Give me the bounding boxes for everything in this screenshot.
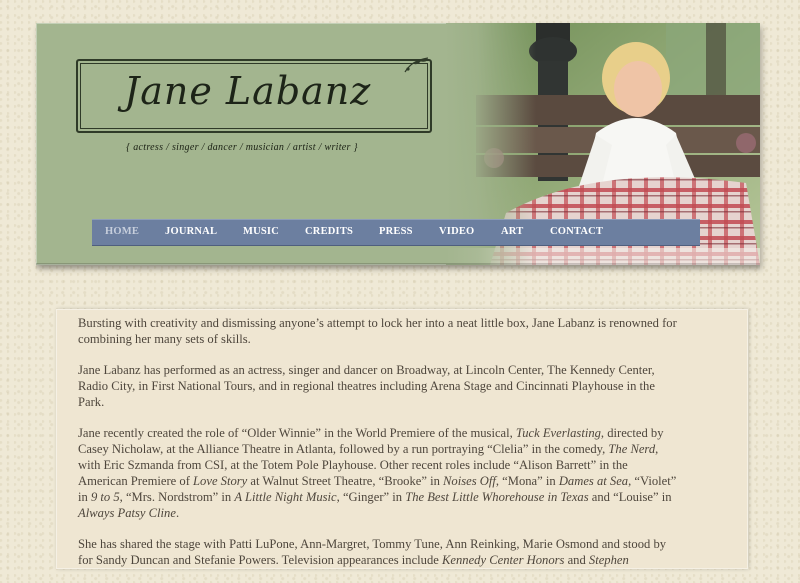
show-title: Always Patsy Cline: [78, 506, 176, 520]
text-run: , “Mrs. Nordstrom” in: [119, 490, 235, 504]
bio-text: Bursting with creativity and dismissing …: [78, 315, 678, 583]
text-run: , “Ginger” in: [336, 490, 406, 504]
show-title: Noises Off: [443, 474, 496, 488]
show-title: 9 to 5: [90, 490, 120, 504]
text-run: .: [175, 506, 180, 520]
bio-paragraph-4: She has shared the stage with Patti LuPo…: [78, 536, 678, 568]
show-title: The Best Little Whorehouse in Texas: [405, 490, 589, 504]
text-run: Jane recently created the role of “Older…: [78, 426, 516, 440]
nav-press[interactable]: PRESS: [379, 226, 413, 237]
text-run: , “Mona” in: [495, 474, 559, 488]
site-logo[interactable]: Jane Labanz: [124, 69, 371, 113]
nav-home[interactable]: HOME: [105, 226, 139, 237]
text-run: and: [564, 553, 589, 567]
vine-ornament-icon: [404, 57, 429, 73]
show-title: Stephen: [588, 553, 629, 567]
show-title: Dames at Sea: [558, 474, 629, 488]
bio-paragraph-1: Bursting with creativity and dismissing …: [78, 316, 677, 346]
main-nav: HOME JOURNAL MUSIC CREDITS PRESS VIDEO A…: [92, 219, 700, 246]
text-run: at Walnut Street Theatre, “Brooke” in: [247, 474, 444, 488]
nav-journal[interactable]: JOURNAL: [165, 226, 217, 237]
bio-paragraph-2: Jane Labanz has performed as an actress,…: [78, 363, 655, 409]
show-title: A Little Night Music: [234, 490, 337, 504]
tagline: { actress / singer / dancer / musician /…: [126, 142, 358, 153]
text-run: and “Louise” in: [588, 490, 672, 504]
bio-paragraph-3: Jane recently created the role of “Older…: [78, 425, 678, 521]
nav-music[interactable]: MUSIC: [243, 226, 279, 237]
nav-contact[interactable]: CONTACT: [550, 226, 603, 237]
site-header: Jane Labanz { actress / singer / dancer …: [36, 23, 760, 265]
show-title: The Nerd: [608, 442, 656, 456]
show-title: Love Story: [193, 474, 248, 488]
show-title: Kennedy Center Honors: [442, 553, 565, 567]
show-title: Tuck Everlasting: [515, 426, 601, 440]
nav-credits[interactable]: CREDITS: [305, 226, 353, 237]
header-shadow: [36, 263, 760, 271]
content-panel: Bursting with creativity and dismissing …: [56, 309, 748, 569]
nav-art[interactable]: ART: [501, 226, 523, 237]
nav-video[interactable]: VIDEO: [439, 226, 474, 237]
